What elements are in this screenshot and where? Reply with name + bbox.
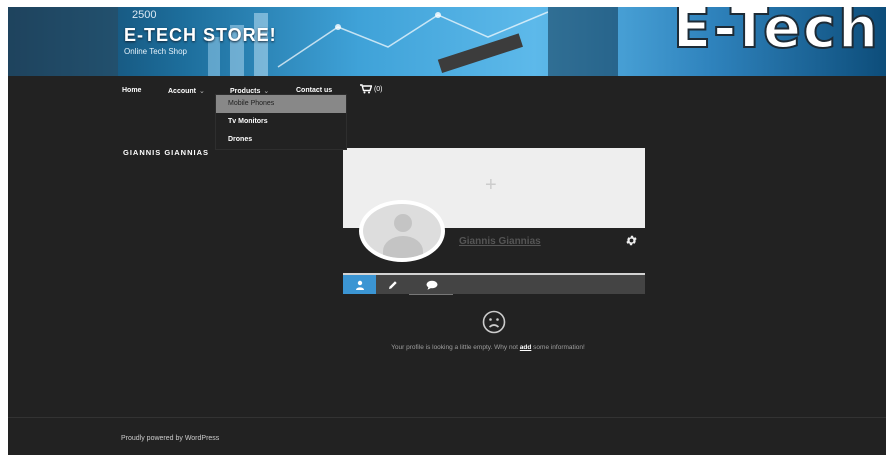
page-frame: 2500 E-TECH STORE! Online Tech Shop E-Te… <box>8 7 886 455</box>
site-title[interactable]: E-TECH STORE! <box>124 25 277 46</box>
tab-comments[interactable] <box>415 275 448 294</box>
plus-icon: + <box>485 174 497 196</box>
user-heading: GIANNIS GIANNIAS <box>123 148 210 157</box>
empty-message-text: Your profile is looking a little empty. … <box>391 344 520 351</box>
cart-link[interactable]: (0) <box>360 84 383 94</box>
footer-divider <box>8 417 886 418</box>
cart-count: (0) <box>373 85 383 93</box>
profile-name-link[interactable]: Giannis Giannias <box>459 236 541 247</box>
site-description: Online Tech Shop <box>124 47 188 56</box>
empty-message-text: some information! <box>531 344 585 351</box>
gear-icon[interactable] <box>625 234 638 250</box>
header-number: 2500 <box>132 9 157 21</box>
empty-profile-message: Your profile is looking a little empty. … <box>8 344 886 351</box>
nav-item-account[interactable]: Account ⌄ <box>168 87 205 95</box>
menu-item-drones[interactable]: Drones <box>216 131 346 149</box>
brand-logo: E-Tech <box>672 7 880 61</box>
menu-item-mobile-phones[interactable]: Mobile Phones <box>216 95 346 113</box>
sad-face-icon <box>482 310 506 334</box>
nav-item-home[interactable]: Home <box>122 87 141 94</box>
avatar[interactable] <box>359 200 445 262</box>
nav-item-label: Account <box>168 88 196 95</box>
chevron-down-icon: ⌄ <box>199 88 205 95</box>
products-dropdown: Mobile Phones Tv Monitors Drones <box>215 94 347 150</box>
tab-about[interactable] <box>343 275 376 294</box>
nav-item-label: Home <box>122 87 142 94</box>
tab-posts[interactable] <box>376 275 409 294</box>
user-icon <box>355 280 364 290</box>
avatar-head <box>394 214 412 232</box>
add-info-link[interactable]: add <box>520 344 532 351</box>
pencil-icon <box>388 280 397 289</box>
profile-tabs <box>343 273 645 295</box>
main-navigation: Home Account ⌄ Products ⌄ Contact us (0) <box>8 76 886 100</box>
nav-item-label: Contact us <box>296 87 333 94</box>
nav-item-contact[interactable]: Contact us <box>296 87 332 94</box>
menu-item-tv-monitors[interactable]: Tv Monitors <box>216 113 346 131</box>
footer-credit[interactable]: Proudly powered by WordPress <box>121 435 219 442</box>
cart-icon <box>360 84 373 94</box>
header-banner: 2500 E-TECH STORE! Online Tech Shop E-Te… <box>8 7 886 76</box>
avatar-shoulders <box>383 236 423 258</box>
tab-underline <box>409 294 453 295</box>
comment-icon <box>426 280 437 290</box>
